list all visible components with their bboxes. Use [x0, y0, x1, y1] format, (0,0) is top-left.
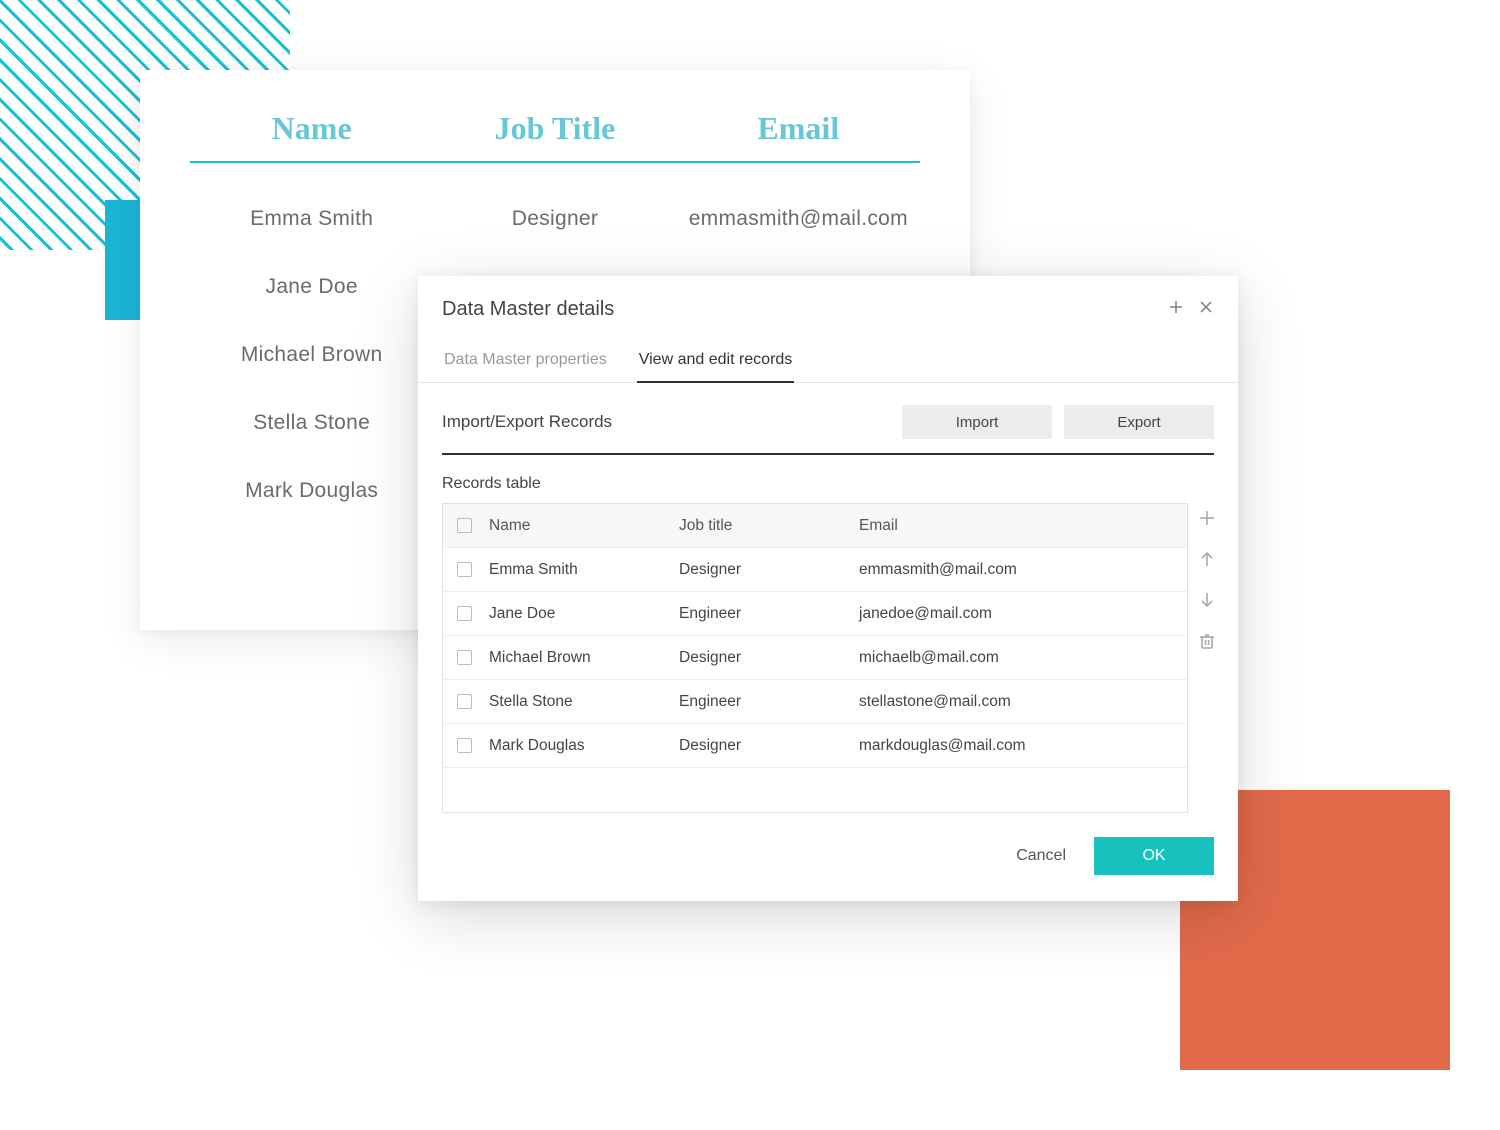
- row-checkbox[interactable]: [457, 694, 472, 709]
- preview-cell-job: Designer: [433, 207, 676, 231]
- dialog-title: Data Master details: [442, 298, 1168, 321]
- row-checkbox[interactable]: [457, 650, 472, 665]
- row-checkbox[interactable]: [457, 738, 472, 753]
- expand-icon[interactable]: [1168, 299, 1184, 320]
- column-header-name: Name: [489, 517, 679, 535]
- move-down-icon[interactable]: [1198, 591, 1216, 614]
- row-checkbox[interactable]: [457, 606, 472, 621]
- data-master-dialog: Data Master details Data Master properti…: [418, 276, 1238, 901]
- select-all-checkbox[interactable]: [457, 518, 472, 533]
- cell-name: Stella Stone: [489, 693, 679, 711]
- delete-row-icon[interactable]: [1198, 632, 1216, 655]
- preview-cell-name: Jane Doe: [190, 275, 433, 299]
- records-table: Name Job title Email Emma Smith Designer…: [442, 503, 1188, 813]
- cell-job: Designer: [679, 737, 859, 755]
- tab-records[interactable]: View and edit records: [637, 341, 795, 383]
- cancel-button[interactable]: Cancel: [1010, 839, 1072, 873]
- cell-email: markdouglas@mail.com: [859, 737, 1173, 755]
- preview-cell-name: Michael Brown: [190, 343, 433, 367]
- cell-email: michaelb@mail.com: [859, 649, 1173, 667]
- cell-email: janedoe@mail.com: [859, 605, 1173, 623]
- cell-job: Engineer: [679, 693, 859, 711]
- table-header-row: Name Job title Email: [443, 504, 1187, 548]
- cell-name: Michael Brown: [489, 649, 679, 667]
- preview-cell-name: Mark Douglas: [190, 479, 433, 503]
- cell-name: Emma Smith: [489, 561, 679, 579]
- column-header-job: Job title: [679, 517, 859, 535]
- preview-cell-name: Stella Stone: [190, 411, 433, 435]
- preview-header-name: Name: [190, 110, 433, 147]
- add-row-icon[interactable]: [1198, 509, 1216, 532]
- cell-name: Mark Douglas: [489, 737, 679, 755]
- table-row[interactable]: Jane Doe Engineer janedoe@mail.com: [443, 592, 1187, 636]
- close-icon[interactable]: [1198, 299, 1214, 320]
- table-row[interactable]: Stella Stone Engineer stellastone@mail.c…: [443, 680, 1187, 724]
- cell-email: stellastone@mail.com: [859, 693, 1173, 711]
- tab-properties[interactable]: Data Master properties: [442, 341, 609, 383]
- cell-job: Engineer: [679, 605, 859, 623]
- preview-header-row: Name Job Title Email: [190, 110, 920, 163]
- cell-job: Designer: [679, 561, 859, 579]
- import-export-row: Import/Export Records Import Export: [442, 405, 1214, 455]
- cell-job: Designer: [679, 649, 859, 667]
- cell-name: Jane Doe: [489, 605, 679, 623]
- preview-header-email: Email: [677, 110, 920, 147]
- import-export-label: Import/Export Records: [442, 412, 890, 432]
- row-checkbox[interactable]: [457, 562, 472, 577]
- records-row-actions: [1188, 503, 1226, 813]
- dialog-tabs: Data Master properties View and edit rec…: [418, 341, 1238, 383]
- preview-cell-name: Emma Smith: [190, 207, 433, 231]
- import-button[interactable]: Import: [902, 405, 1052, 439]
- records-table-label: Records table: [442, 475, 1214, 493]
- ok-button[interactable]: OK: [1094, 837, 1214, 875]
- table-row[interactable]: Emma Smith Designer emmasmith@mail.com: [443, 548, 1187, 592]
- preview-header-job: Job Title: [433, 110, 676, 147]
- preview-cell-email: emmasmith@mail.com: [677, 207, 920, 231]
- export-button[interactable]: Export: [1064, 405, 1214, 439]
- preview-row: Emma Smith Designer emmasmith@mail.com: [190, 207, 920, 231]
- move-up-icon[interactable]: [1198, 550, 1216, 573]
- cell-email: emmasmith@mail.com: [859, 561, 1173, 579]
- table-row[interactable]: Michael Brown Designer michaelb@mail.com: [443, 636, 1187, 680]
- column-header-email: Email: [859, 517, 1173, 535]
- table-row[interactable]: Mark Douglas Designer markdouglas@mail.c…: [443, 724, 1187, 768]
- decoration-teal-block: [105, 200, 140, 320]
